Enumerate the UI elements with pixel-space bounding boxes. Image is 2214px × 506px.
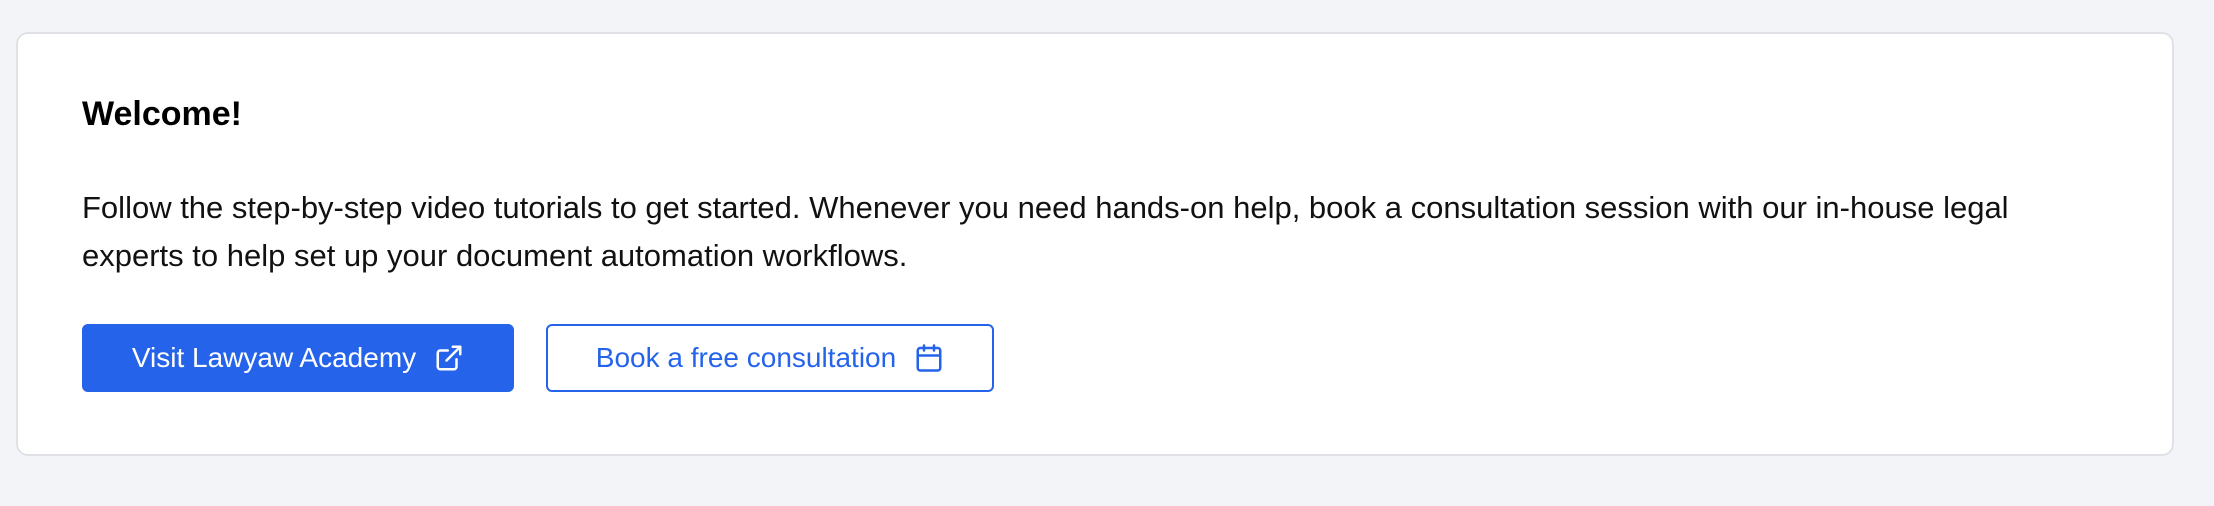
book-consultation-button[interactable]: Book a free consultation: [546, 324, 994, 392]
welcome-description: Follow the step-by-step video tutorials …: [82, 190, 2009, 273]
visit-academy-label: Visit Lawyaw Academy: [131, 342, 417, 373]
external-link-icon: [434, 343, 464, 373]
book-consultation-label: Book a free consultation: [595, 342, 897, 373]
visit-academy-button[interactable]: Visit Lawyaw Academy: [82, 324, 514, 392]
calendar-icon: [914, 343, 944, 373]
welcome-card: Welcome! Follow the step-by-step video t…: [16, 32, 2174, 456]
welcome-title: Welcome!: [82, 95, 242, 133]
